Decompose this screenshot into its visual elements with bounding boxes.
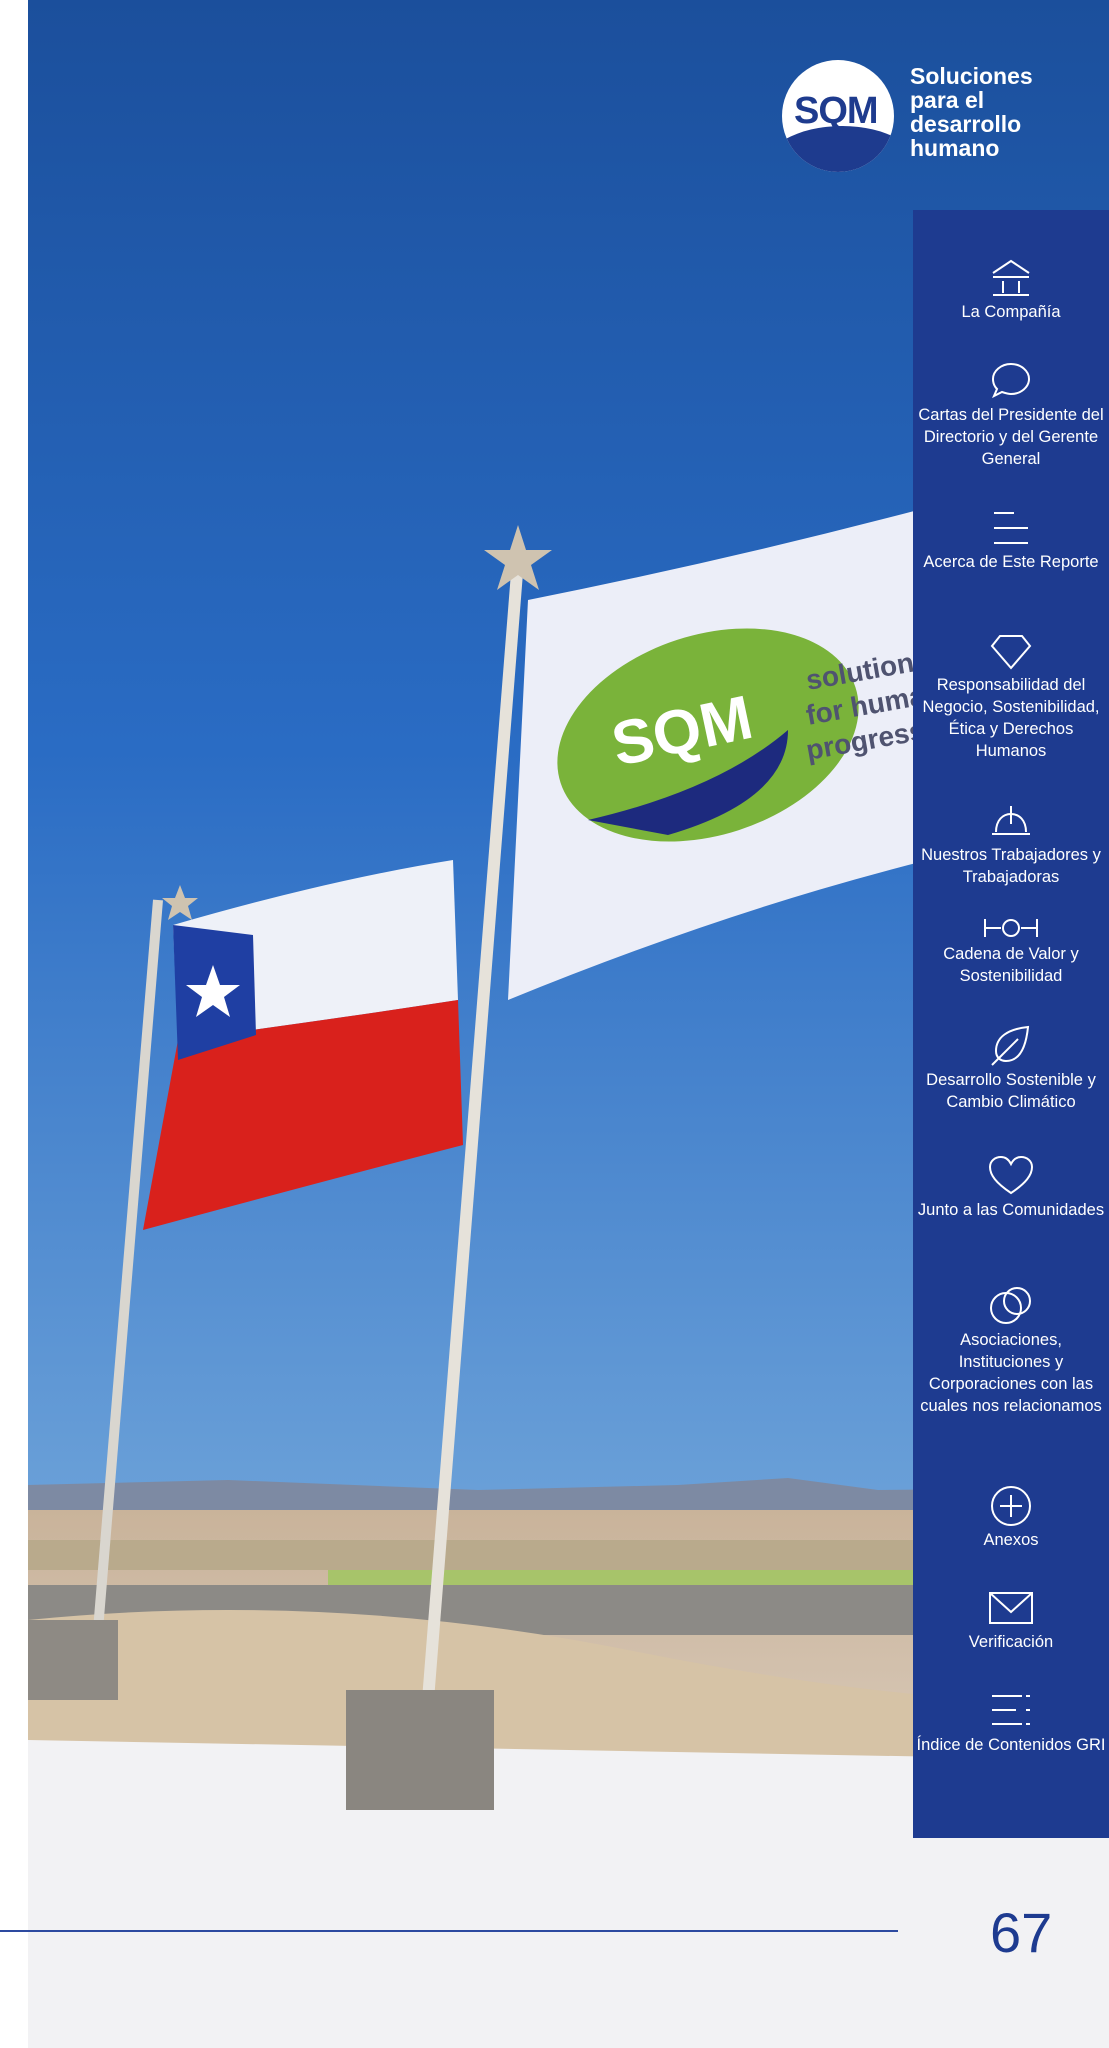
sidebar-item-label: Desarrollo Sostenible y Cambio Climático xyxy=(926,1071,1096,1111)
sidebar-item-label: Índice de Contenidos GRI xyxy=(916,1736,1106,1754)
tagline-line-2: para el xyxy=(910,87,985,113)
plus-circle-icon xyxy=(991,1486,1031,1526)
sidebar-item-cadena[interactable]: Cadena de Valor y Sostenibilidad xyxy=(913,913,1109,987)
speech-bubble-icon xyxy=(991,362,1031,399)
sidebar-item-label: Acerca de Este Reporte xyxy=(923,553,1099,571)
sidebar-item-label: Verificación xyxy=(968,1633,1054,1651)
sidebar-nav: La Compañía Cartas del Presidente del Di… xyxy=(913,210,1109,1838)
chain-icon xyxy=(984,919,1038,937)
sidebar-item-label: Asociaciones, Instituciones y Corporacio… xyxy=(920,1331,1102,1415)
sidebar-item-label: Responsabilidad del Negocio, Sostenibili… xyxy=(922,676,1100,760)
tagline-line-3: desarrollo xyxy=(910,111,1022,137)
sqm-logo[interactable]: SQM xyxy=(782,60,894,172)
sidebar-item-anexos[interactable]: Anexos xyxy=(913,1483,1109,1551)
sidebar-item-label: Cartas del Presidente del Directorio y d… xyxy=(918,406,1104,468)
sidebar-item-asociaciones[interactable]: Asociaciones, Instituciones y Corporacio… xyxy=(913,1283,1109,1417)
brand-tagline: Soluciones para el desarrollo humano xyxy=(910,64,1100,160)
institution-icon xyxy=(992,259,1030,296)
sidebar-item-verificacion[interactable]: Verificación xyxy=(913,1585,1109,1653)
envelope-icon xyxy=(989,1592,1033,1624)
sidebar-item-responsabilidad[interactable]: Responsabilidad del Negocio, Sostenibili… xyxy=(913,628,1109,762)
sidebar-item-cartas[interactable]: Cartas del Presidente del Directorio y d… xyxy=(913,358,1109,470)
brand-header: SQM Soluciones para el desarrollo humano xyxy=(782,60,1102,180)
logo-text: SQM xyxy=(794,90,879,132)
leaf-icon xyxy=(991,1025,1030,1066)
sidebar-item-label: Anexos xyxy=(983,1531,1039,1549)
sidebar-item-acerca[interactable]: Acerca de Este Reporte xyxy=(913,505,1109,573)
tagline-line-1: Soluciones xyxy=(910,63,1033,89)
sidebar-item-comunidades[interactable]: Junto a las Comunidades xyxy=(913,1153,1109,1221)
helmet-icon xyxy=(992,806,1030,835)
sidebar-item-trabajadores[interactable]: Nuestros Trabajadores y Trabajadoras xyxy=(913,798,1109,888)
footer-divider xyxy=(0,1930,898,1932)
tagline-line-4: humano xyxy=(910,135,1000,161)
index-icon xyxy=(992,1695,1030,1725)
page-number: 67 xyxy=(990,1901,1053,1964)
diamond-icon xyxy=(990,635,1032,670)
sidebar-item-label: Nuestros Trabajadores y Trabajadoras xyxy=(921,846,1101,886)
heart-icon xyxy=(988,1155,1034,1195)
sidebar-item-la-compania[interactable]: La Compañía xyxy=(913,255,1109,323)
sidebar-item-label: Cadena de Valor y Sostenibilidad xyxy=(943,945,1079,985)
sidebar-item-desarrollo[interactable]: Desarrollo Sostenible y Cambio Climático xyxy=(913,1023,1109,1113)
sidebar-item-label: Junto a las Comunidades xyxy=(917,1201,1105,1219)
sidebar-item-label: La Compañía xyxy=(961,303,1061,321)
lines-icon xyxy=(994,512,1028,544)
circles-icon xyxy=(990,1287,1031,1324)
sidebar-item-indice-gri[interactable]: Índice de Contenidos GRI xyxy=(913,1688,1109,1756)
